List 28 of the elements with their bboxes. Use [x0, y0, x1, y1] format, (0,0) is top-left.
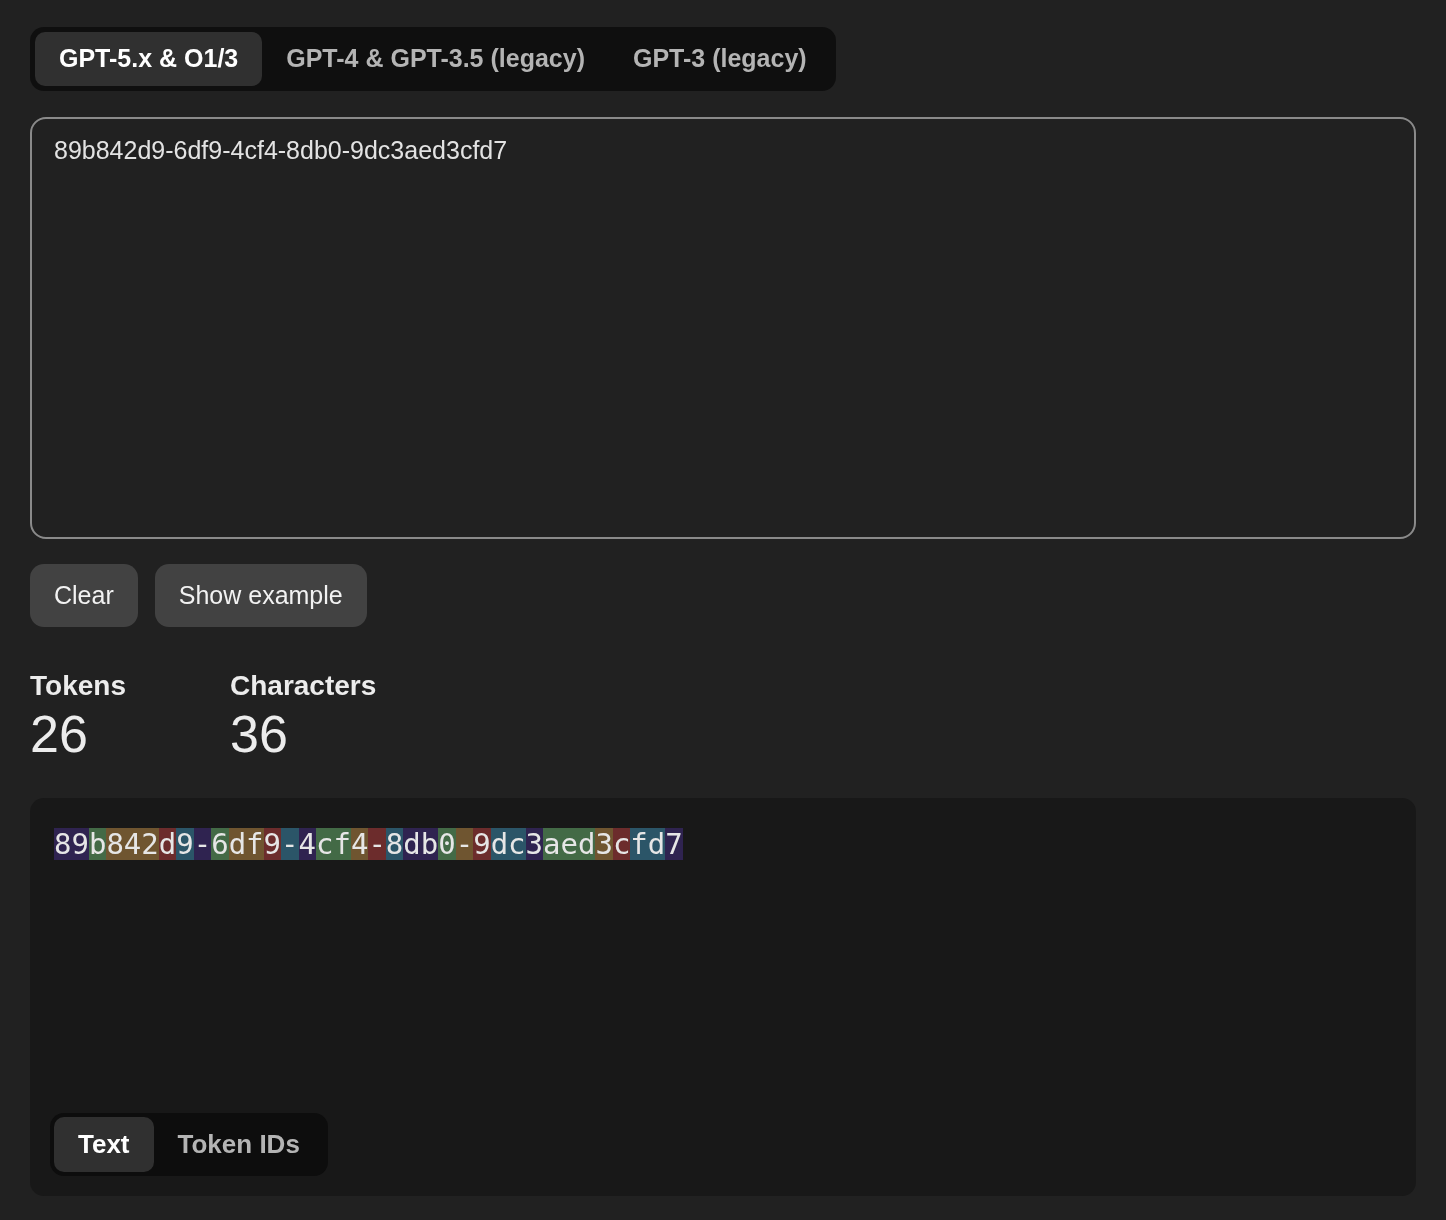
stat-value: 26 — [30, 704, 89, 765]
view-tab[interactable]: Text — [54, 1117, 154, 1172]
show-example-button[interactable]: Show example — [154, 564, 367, 627]
clear-button[interactable]: Clear — [30, 564, 138, 627]
token: 6 — [211, 828, 229, 860]
token: 7 — [665, 828, 683, 860]
model-tab[interactable]: GPT-3 (legacy) — [608, 32, 831, 86]
model-tab[interactable]: GPT-5.x & O1/3 — [35, 32, 263, 86]
text-input[interactable]: 89b842d9-6df9-4cf4-8db0-9dc3aed3cfd7 — [30, 117, 1416, 539]
token: - — [368, 828, 386, 860]
token: aed — [543, 828, 596, 860]
token: df — [228, 828, 264, 860]
token: fd — [630, 828, 666, 860]
stat-value: 36 — [230, 704, 289, 765]
token: db — [403, 828, 439, 860]
token: 0 — [438, 828, 456, 860]
token: 89 — [54, 828, 89, 860]
token: dc — [490, 828, 526, 860]
model-tab[interactable]: GPT-4 & GPT-3.5 (legacy) — [262, 32, 609, 86]
stat-label: Tokens — [30, 669, 127, 703]
view-tab[interactable]: Token IDs — [153, 1117, 324, 1172]
token: cf — [316, 828, 351, 860]
token: 842 — [106, 828, 159, 860]
token: 3 — [595, 828, 613, 860]
token: - — [281, 828, 299, 860]
token: 9 — [473, 828, 491, 860]
stat-label: Characters — [230, 669, 378, 703]
token: 9 — [176, 828, 194, 860]
